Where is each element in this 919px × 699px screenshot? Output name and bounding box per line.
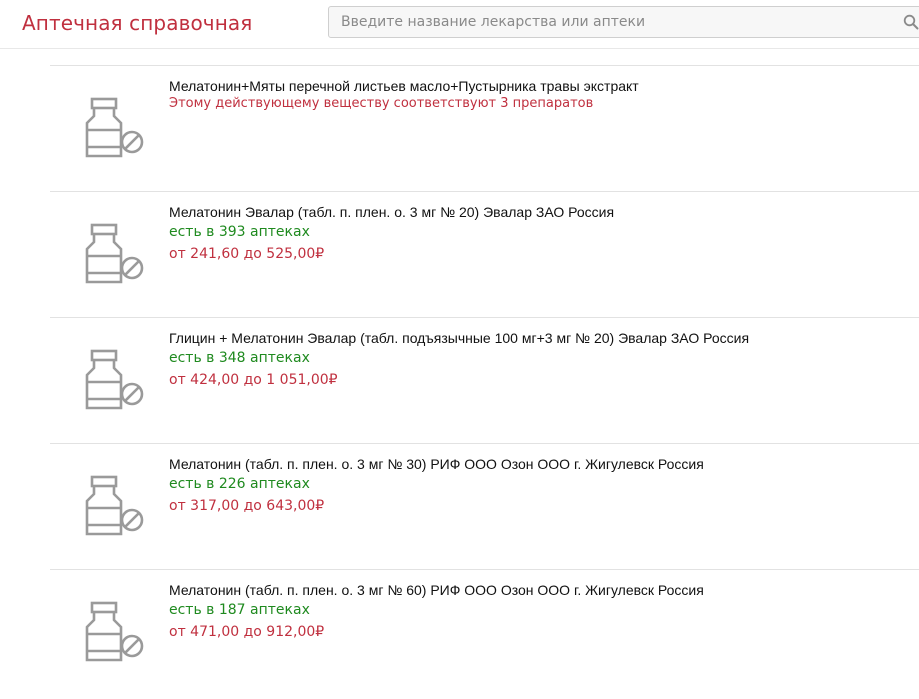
list-item[interactable]: Мелатонин Эвалар (табл. п. плен. о. 3 мг… (50, 191, 919, 317)
drug-title[interactable]: Мелатонин Эвалар (табл. п. плен. о. 3 мг… (169, 203, 909, 221)
results-list: Мелатонин+Мяты перечной листьев масло+Пу… (50, 65, 919, 695)
medicine-bottle-icon (85, 97, 144, 158)
availability-text: есть в 348 аптеках (169, 350, 310, 366)
list-item[interactable]: Мелатонин (табл. п. плен. о. 3 мг № 60) … (50, 569, 919, 695)
drug-title[interactable]: Мелатонин (табл. п. плен. о. 3 мг № 30) … (169, 455, 909, 473)
medicine-bottle-icon (85, 601, 144, 662)
drug-title[interactable]: Мелатонин (табл. п. плен. о. 3 мг № 60) … (169, 581, 909, 599)
price-range: от 424,00 до 1 051,00₽ (169, 372, 338, 388)
search-icon[interactable] (903, 14, 919, 30)
price-range: от 241,60 до 525,00₽ (169, 246, 325, 262)
medicine-bottle-icon (85, 223, 144, 284)
price-range: от 471,00 до 912,00₽ (169, 624, 325, 640)
header: Аптечная справочная (0, 0, 919, 49)
availability-text: есть в 187 аптеках (169, 602, 310, 618)
availability-text: есть в 226 аптеках (169, 476, 310, 492)
list-item[interactable]: Мелатонин+Мяты перечной листьев масло+Пу… (50, 65, 919, 191)
availability-text: есть в 393 аптеках (169, 224, 310, 240)
substance-note[interactable]: Этому действующему веществу соответствую… (169, 95, 909, 113)
search-box[interactable] (328, 6, 919, 38)
search-input[interactable] (329, 7, 901, 37)
medicine-bottle-icon (85, 475, 144, 536)
price-range: от 317,00 до 643,00₽ (169, 498, 325, 514)
list-item[interactable]: Мелатонин (табл. п. плен. о. 3 мг № 30) … (50, 443, 919, 569)
drug-title[interactable]: Глицин + Мелатонин Эвалар (табл. подъязы… (169, 329, 909, 347)
medicine-bottle-icon (85, 349, 144, 410)
drug-title[interactable]: Мелатонин+Мяты перечной листьев масло+Пу… (169, 77, 909, 95)
site-logo-title[interactable]: Аптечная справочная (22, 11, 252, 35)
list-item[interactable]: Глицин + Мелатонин Эвалар (табл. подъязы… (50, 317, 919, 443)
